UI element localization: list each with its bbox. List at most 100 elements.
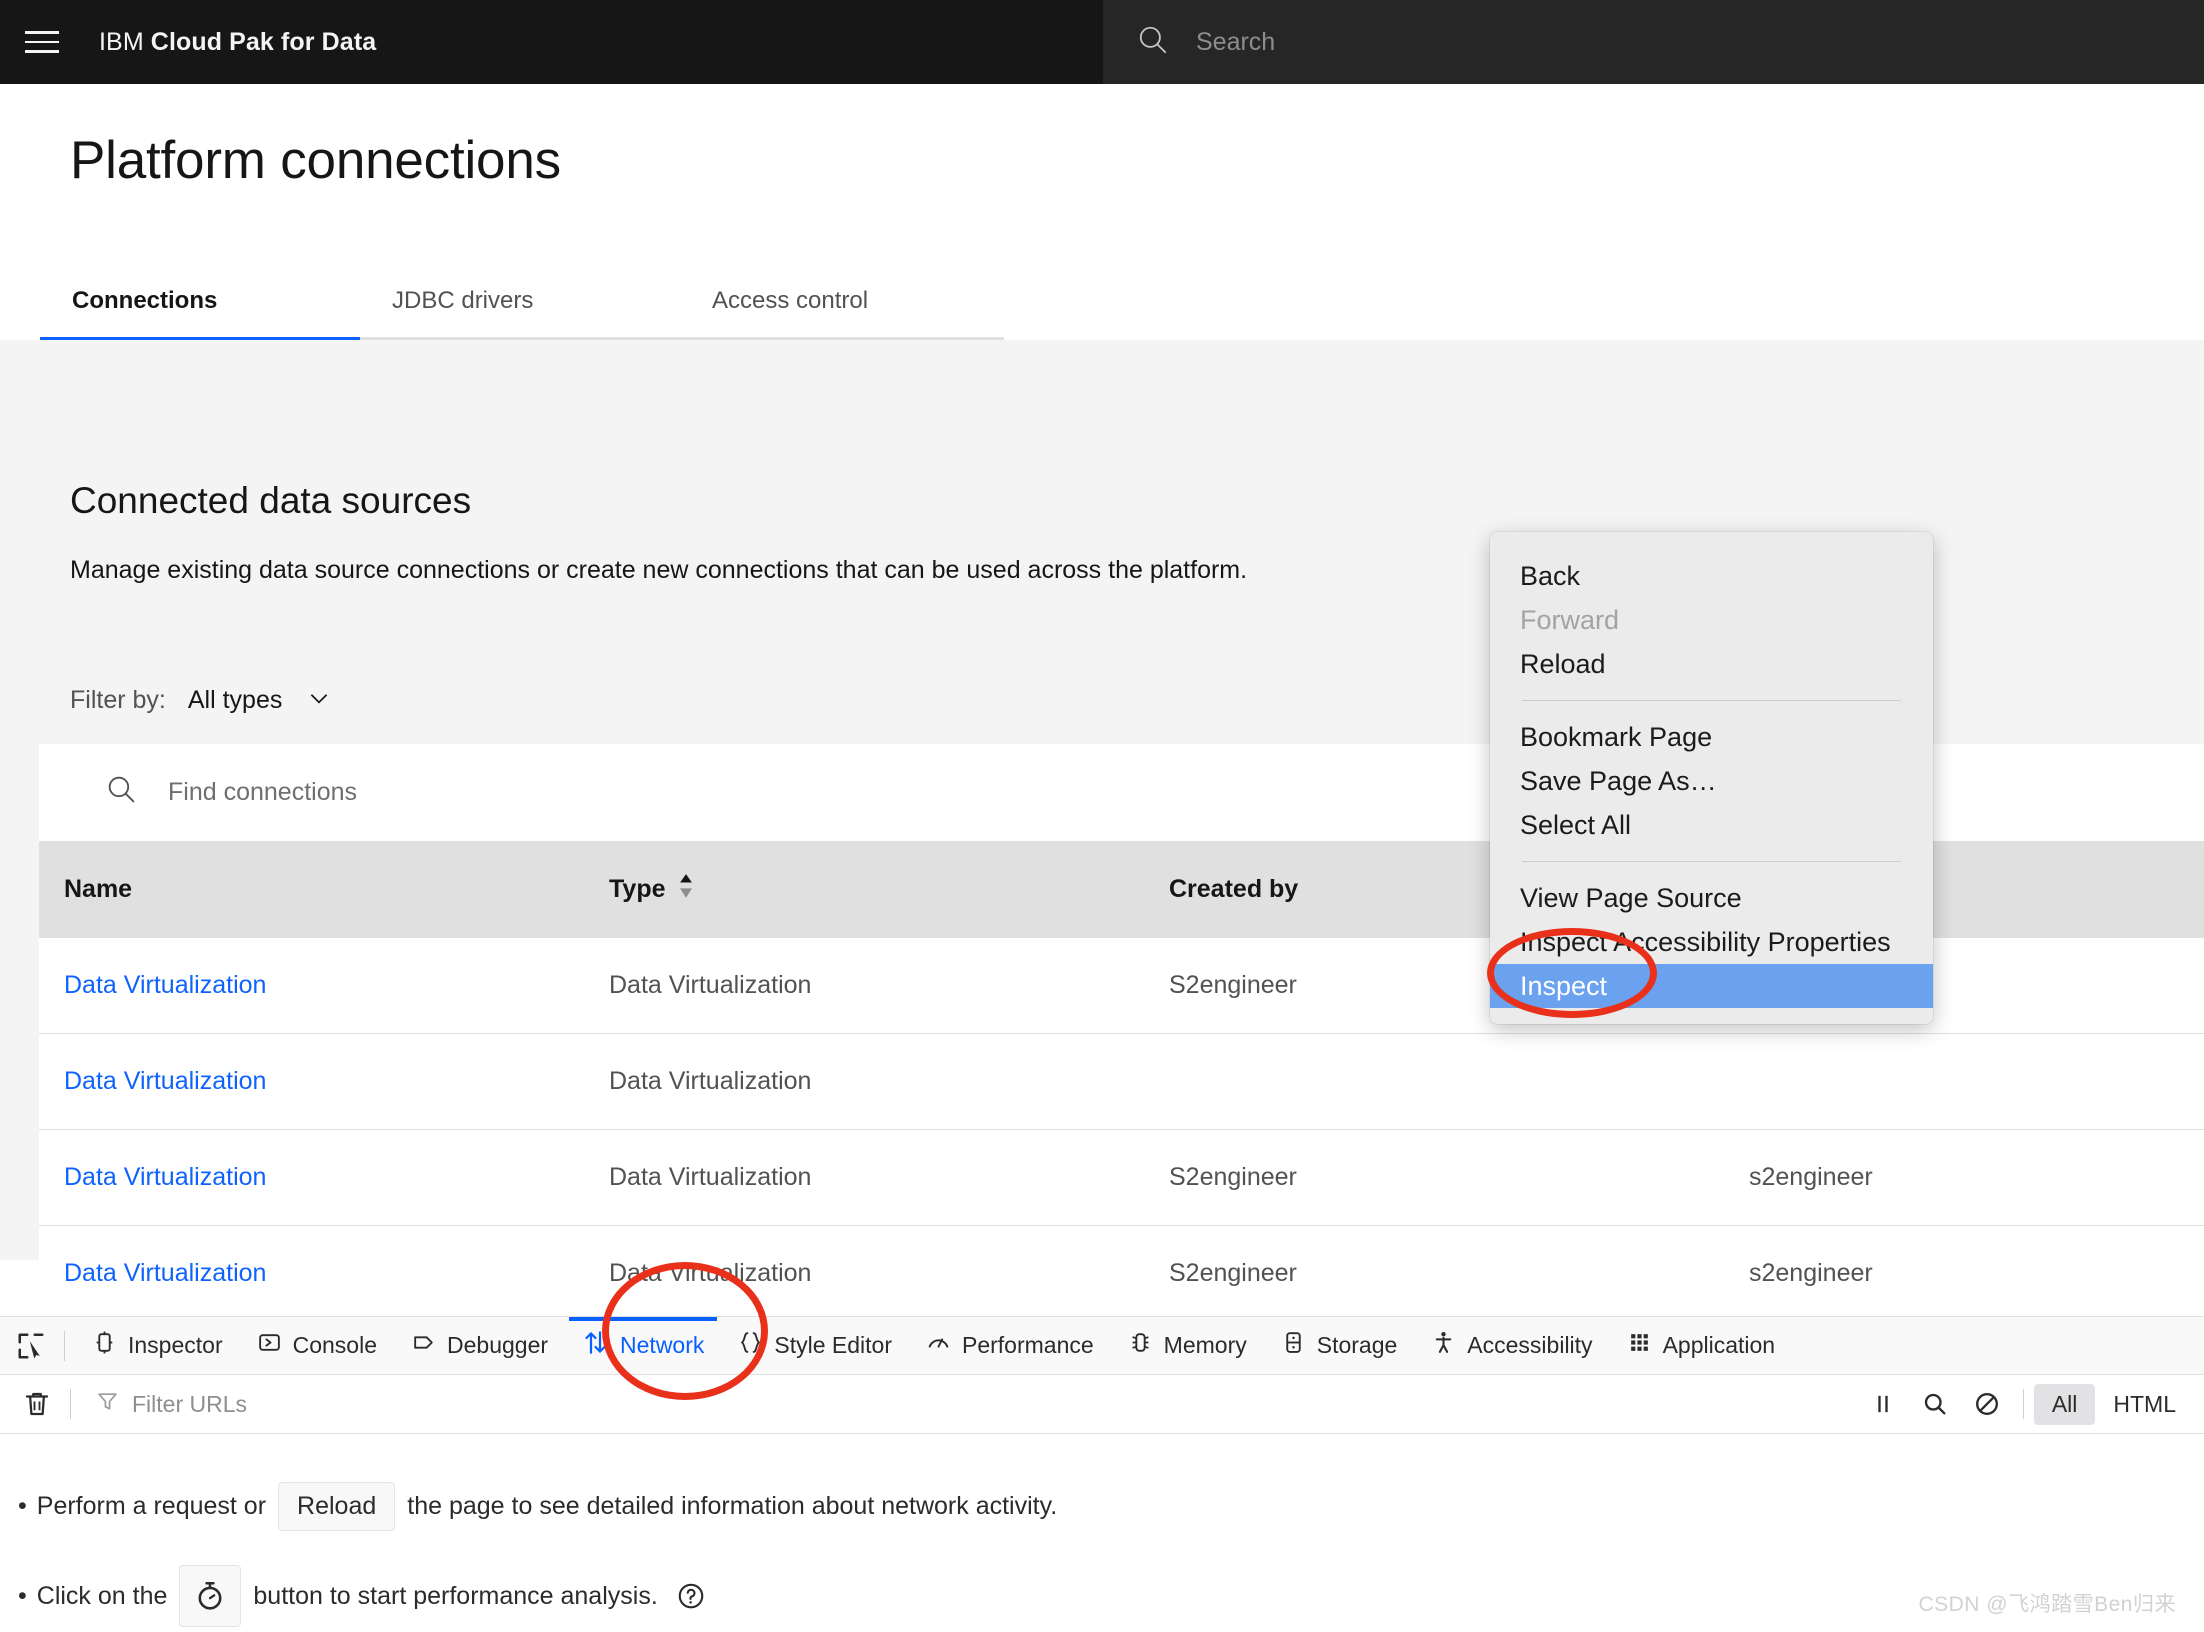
global-search[interactable]: Search	[1103, 0, 2204, 84]
section-title: Connected data sources	[70, 480, 472, 521]
global-search-placeholder: Search	[1196, 27, 1276, 56]
section-description: Manage existing data source connections …	[70, 556, 1248, 584]
page-title: Platform connections	[70, 131, 561, 190]
connection-updated-by: s2engineer	[1749, 1259, 1873, 1287]
brand-prefix: IBM	[99, 27, 144, 56]
devtools-tab-performance-label: Performance	[962, 1332, 1094, 1358]
connection-name-link[interactable]: Data Virtualization	[64, 1259, 266, 1287]
funnel-icon	[95, 1389, 120, 1419]
hamburger-icon[interactable]	[0, 0, 84, 84]
context-menu-item-save-page-as[interactable]: Save Page As…	[1490, 759, 1933, 803]
type-filter-all[interactable]: All	[2033, 1383, 2096, 1425]
find-connections-input[interactable]: Find connections	[168, 778, 357, 807]
hint-line-1-pre: Perform a request or	[36, 1492, 267, 1520]
table-row[interactable]: Data Virtualization Data Virtualization	[39, 1034, 2204, 1130]
context-menu-item-back[interactable]: Back	[1490, 554, 1933, 598]
watermark: CSDN @飞鸿踏雪Ben归来	[1918, 1593, 2176, 1616]
tab-connections[interactable]: Connections	[40, 264, 360, 340]
filter-urls-input[interactable]: Filter URLs	[95, 1389, 1857, 1419]
hint-line-2-post: button to start performance analysis.	[253, 1581, 658, 1610]
context-menu-item-reload[interactable]: Reload	[1490, 642, 1933, 686]
tab-access-control[interactable]: Access control	[680, 264, 1004, 340]
devtools-tab-style-editor[interactable]: Style Editor	[721, 1317, 909, 1375]
filter-urls-placeholder: Filter URLs	[132, 1390, 248, 1417]
inspector-icon	[92, 1330, 117, 1361]
column-header-type[interactable]: Type	[609, 873, 1169, 906]
devtools-panel: Inspector Console Debugger Network Style…	[0, 1316, 2204, 1632]
accessibility-icon	[1431, 1330, 1456, 1361]
connection-name-link[interactable]: Data Virtualization	[64, 971, 266, 999]
devtools-toolbar: Inspector Console Debugger Network Style…	[0, 1316, 2204, 1375]
element-picker-icon[interactable]	[8, 1331, 54, 1361]
brand-title: IBM Cloud Pak for Data	[99, 28, 376, 57]
devtools-tab-network-label: Network	[620, 1332, 705, 1358]
connection-type: Data Virtualization	[609, 1067, 812, 1095]
filter-dropdown-value[interactable]: All types	[188, 686, 282, 715]
gauge-icon	[926, 1330, 951, 1361]
tab-bar: Connections JDBC drivers Access control	[40, 264, 1004, 340]
context-menu-item-select-all[interactable]: Select All	[1490, 803, 1933, 847]
devtools-tab-inspector-label: Inspector	[128, 1332, 223, 1358]
connection-type: Data Virtualization	[609, 1163, 812, 1191]
devtools-tab-storage[interactable]: Storage	[1264, 1317, 1415, 1375]
devtools-tab-console-label: Console	[292, 1332, 377, 1358]
app-header: IBM Cloud Pak for Data Search	[0, 0, 2204, 84]
bullet-icon: •	[18, 1492, 27, 1520]
table-row[interactable]: Data Virtualization Data Virtualization …	[39, 1226, 2204, 1322]
memory-chip-icon	[1128, 1330, 1153, 1361]
devtools-tab-performance[interactable]: Performance	[909, 1317, 1111, 1375]
trash-icon[interactable]	[14, 1389, 60, 1419]
hint-line-2-pre: Click on the	[36, 1581, 168, 1610]
storage-icon	[1281, 1330, 1306, 1361]
connection-type: Data Virtualization	[609, 971, 812, 999]
devtools-tab-debugger[interactable]: Debugger	[394, 1317, 565, 1375]
browser-context-menu: Back Forward Reload Bookmark Page Save P…	[1490, 532, 1933, 1024]
filter-bar-right-controls: All HTML	[1857, 1381, 2194, 1427]
devtools-tab-storage-label: Storage	[1316, 1332, 1398, 1358]
help-circle-icon[interactable]	[676, 1581, 706, 1611]
sort-arrows-icon[interactable]	[678, 873, 694, 906]
chevron-down-icon[interactable]	[306, 685, 332, 716]
stopwatch-icon[interactable]	[179, 1565, 242, 1627]
filter-label: Filter by:	[70, 686, 166, 714]
context-menu-item-inspect[interactable]: Inspect	[1490, 964, 1933, 1008]
search-icon	[1136, 23, 1170, 62]
tab-jdbc-drivers[interactable]: JDBC drivers	[360, 264, 680, 340]
filterbar-divider	[70, 1389, 71, 1419]
devtools-tab-accessibility[interactable]: Accessibility	[1414, 1317, 1609, 1375]
context-menu-item-forward: Forward	[1520, 604, 1620, 635]
filter-row: Filter by: All types	[70, 685, 332, 716]
connection-name-link[interactable]: Data Virtualization	[64, 1067, 266, 1095]
devtools-tab-memory-label: Memory	[1163, 1332, 1247, 1358]
context-menu-item-inspect-accessibility-properties[interactable]: Inspect Accessibility Properties	[1490, 920, 1933, 964]
context-menu-separator	[1522, 861, 1901, 862]
tab-access-control-label: Access control	[712, 286, 869, 314]
reload-button[interactable]: Reload	[278, 1482, 396, 1531]
devtools-tab-memory[interactable]: Memory	[1111, 1317, 1264, 1375]
column-header-type-label: Type	[609, 875, 666, 903]
no-entry-icon[interactable]	[1961, 1381, 2013, 1427]
column-header-name[interactable]: Name	[39, 875, 609, 904]
context-menu-item-bookmark-page[interactable]: Bookmark Page	[1490, 715, 1933, 759]
connection-created-by: S2engineer	[1169, 1259, 1297, 1287]
context-menu-item-view-page-source[interactable]: View Page Source	[1490, 876, 1933, 920]
connection-name-link[interactable]: Data Virtualization	[64, 1163, 266, 1191]
pause-icon[interactable]	[1857, 1381, 1909, 1427]
devtools-tab-inspector[interactable]: Inspector	[75, 1317, 240, 1375]
network-arrows-icon	[582, 1329, 609, 1362]
devtools-tab-debugger-label: Debugger	[447, 1332, 549, 1358]
table-row[interactable]: Data Virtualization Data Virtualization …	[39, 1130, 2204, 1226]
devtools-tab-application[interactable]: Application	[1610, 1317, 1793, 1375]
connection-created-by: S2engineer	[1169, 1163, 1297, 1191]
search-icon[interactable]	[1909, 1381, 1961, 1427]
tab-jdbc-drivers-label: JDBC drivers	[392, 286, 534, 314]
devtools-tab-style-editor-label: Style Editor	[774, 1332, 892, 1358]
type-filter-html[interactable]: HTML	[2095, 1384, 2194, 1425]
devtools-tab-network[interactable]: Network	[565, 1316, 721, 1375]
devtools-filter-bar: Filter URLs All HTML	[0, 1375, 2204, 1434]
grid-icon	[1627, 1330, 1652, 1361]
connection-updated-by: s2engineer	[1749, 1163, 1873, 1191]
devtools-tab-accessibility-label: Accessibility	[1467, 1332, 1593, 1358]
devtools-tab-console[interactable]: Console	[240, 1317, 394, 1375]
hint-line-1: • Perform a request or Reload the page t…	[18, 1482, 2204, 1531]
